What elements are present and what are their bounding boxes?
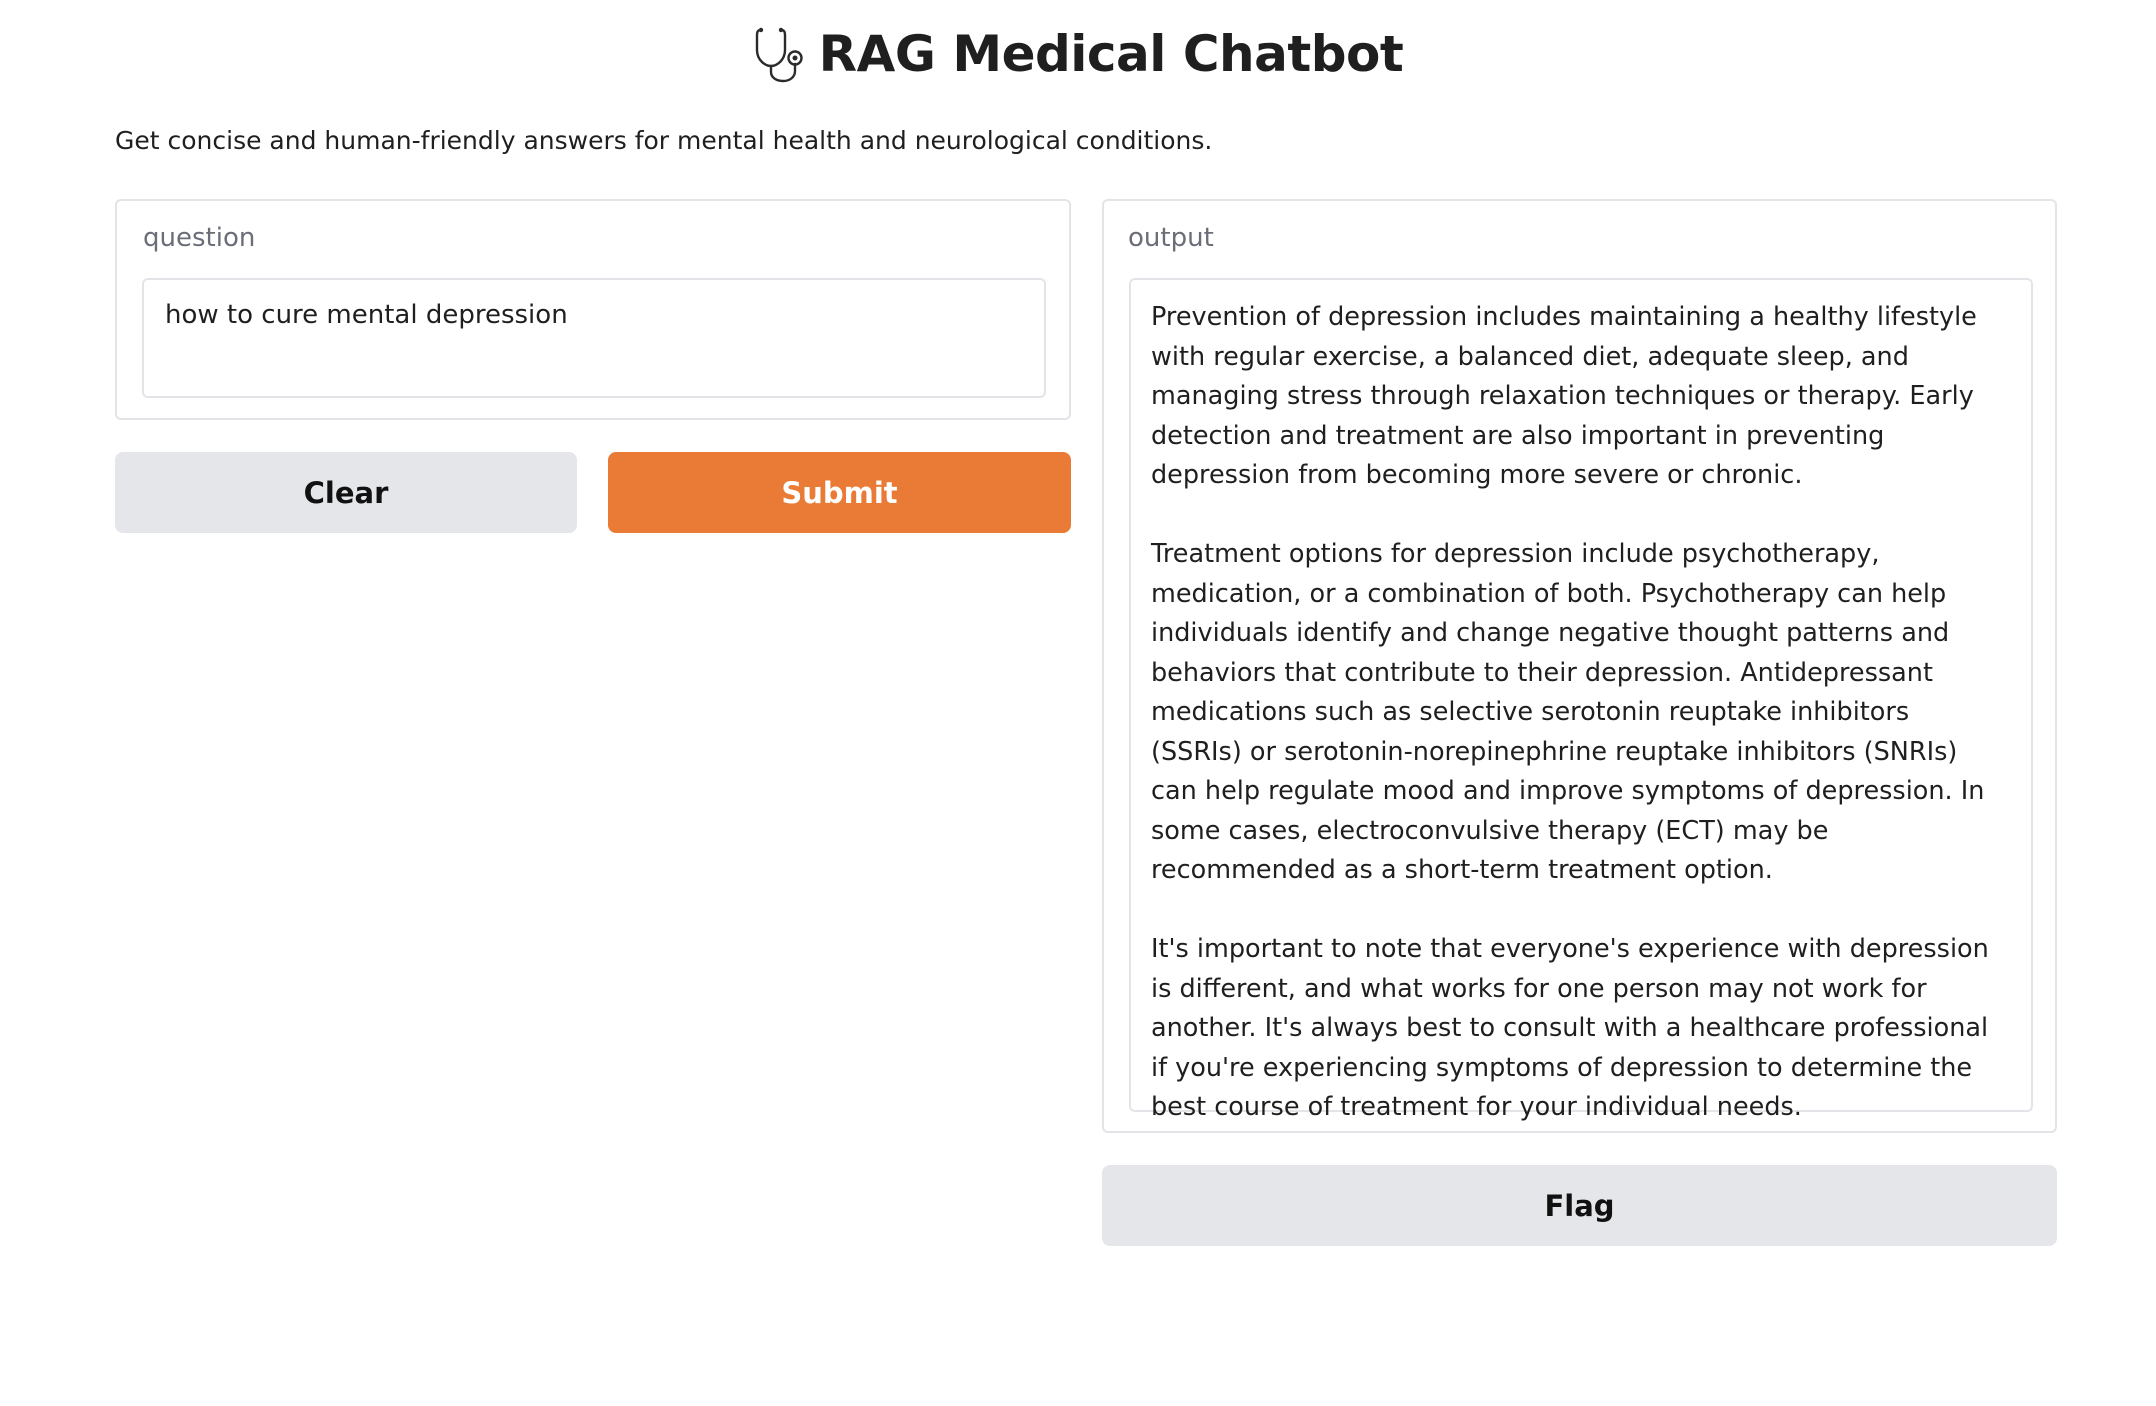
output-paragraph: Prevention of depression includes mainta… bbox=[1151, 302, 1977, 490]
question-panel: question how to cure mental depression bbox=[115, 199, 1071, 420]
page-title: RAG Medical Chatbot bbox=[818, 25, 1404, 83]
question-input[interactable]: how to cure mental depression bbox=[142, 278, 1046, 398]
clear-button[interactable]: Clear bbox=[115, 452, 577, 533]
question-input-value: how to cure mental depression bbox=[165, 300, 568, 330]
output-panel: output Prevention of depression includes… bbox=[1102, 199, 2057, 1133]
submit-button[interactable]: Submit bbox=[608, 452, 1071, 533]
output-paragraph: Treatment options for depression include… bbox=[1151, 539, 1985, 885]
output-label: output bbox=[1128, 223, 1214, 253]
output-text: Prevention of depression includes mainta… bbox=[1151, 298, 2003, 1128]
page-description: Get concise and human-friendly answers f… bbox=[115, 126, 1213, 155]
output-textbox[interactable]: Prevention of depression includes mainta… bbox=[1129, 278, 2033, 1122]
flag-button[interactable]: Flag bbox=[1102, 1165, 2057, 1246]
question-label: question bbox=[143, 223, 256, 253]
stethoscope-icon bbox=[753, 24, 809, 84]
output-paragraph: It's important to note that everyone's e… bbox=[1151, 934, 1989, 1122]
page-header: RAG Medical Chatbot bbox=[0, 18, 2156, 90]
